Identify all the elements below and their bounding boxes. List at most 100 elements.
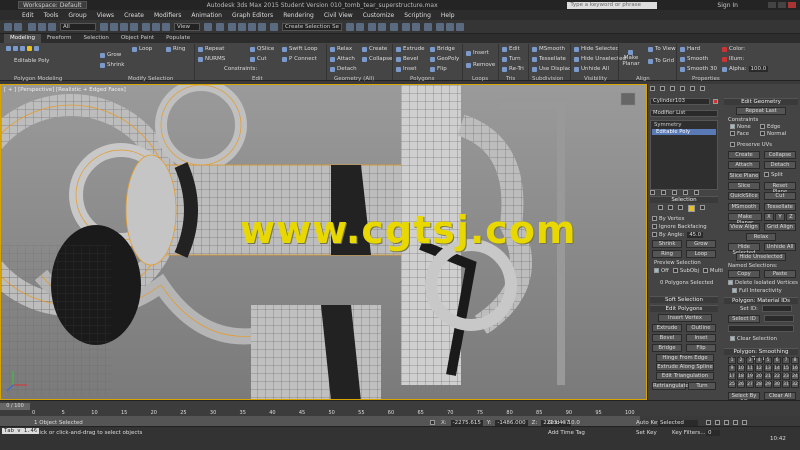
group-polygon-modeling[interactable]: Polygon Modeling — [14, 76, 62, 82]
menu-help[interactable]: Help — [441, 12, 455, 19]
smoothing-group-button[interactable]: 11 — [746, 365, 754, 372]
soft-selection-rollout-header[interactable]: Soft Selection — [650, 296, 718, 303]
smoothing-group-button[interactable]: 13 — [764, 365, 772, 372]
turn-button[interactable]: Turn — [502, 56, 521, 62]
group-loops[interactable]: Loops — [472, 76, 488, 82]
hierarchy-tab-icon[interactable] — [670, 86, 675, 91]
element-subobj-icon[interactable] — [700, 205, 705, 210]
collapse-button-panel[interactable]: Collapse — [764, 151, 796, 159]
menu-civil-view[interactable]: Civil View — [324, 12, 353, 19]
bridge-button[interactable]: Bridge — [430, 46, 455, 52]
edge-icon[interactable] — [13, 46, 18, 51]
unlink-icon[interactable] — [38, 23, 46, 31]
bind-space-warp-icon[interactable] — [48, 23, 56, 31]
tab-object-paint[interactable]: Object Paint — [115, 34, 160, 43]
by-vertex-checkbox[interactable]: By Vertex — [652, 216, 684, 222]
smoothing-group-button[interactable]: 16 — [791, 365, 799, 372]
menu-customize[interactable]: Customize — [363, 12, 395, 19]
maximize-button[interactable] — [778, 2, 786, 8]
create-tab-icon[interactable] — [650, 86, 655, 91]
relax-button-panel[interactable]: Relax — [746, 233, 776, 241]
select-manipulate-icon[interactable] — [216, 23, 224, 31]
msmooth-button[interactable]: MSmooth — [532, 46, 565, 52]
outline-button[interactable]: Outline — [686, 324, 716, 332]
smoothing-group-button[interactable]: 30 — [773, 381, 781, 388]
auto-key-selected-dropdown[interactable]: Selected — [658, 420, 698, 426]
unhide-all-button-panel[interactable]: Unhide All — [764, 243, 796, 251]
minimize-button[interactable] — [768, 2, 776, 8]
vertex-mode-icons[interactable] — [6, 46, 41, 51]
auto-key-button[interactable]: Auto Key — [636, 420, 661, 426]
clear-selection-checkbox[interactable]: Clear Selection — [730, 336, 777, 342]
make-planar-button-panel[interactable]: Make Planar — [728, 213, 762, 226]
select-id-button[interactable]: Select ID — [728, 315, 760, 323]
named-selection-dropdown[interactable]: Create Selection Se — [282, 23, 342, 31]
layer-explorer-icon[interactable] — [378, 23, 386, 31]
reset-plane-button[interactable]: Reset Plane — [764, 182, 796, 195]
set-key-button[interactable]: Set Key — [636, 430, 657, 436]
edit-geometry-rollout-header[interactable]: Edit Geometry — [724, 98, 798, 105]
retriangulate-button[interactable]: Retriangulate — [652, 382, 689, 390]
menu-animation[interactable]: Animation — [191, 12, 222, 19]
hinge-from-edge-button[interactable]: Hinge From Edge — [656, 354, 714, 362]
element-icon[interactable] — [34, 46, 39, 51]
smoothing-group-button[interactable]: 6 — [773, 357, 781, 364]
lock-icon[interactable] — [430, 420, 435, 425]
smoothing-group-button[interactable]: 20 — [755, 373, 763, 380]
bevel-button-panel[interactable]: Bevel — [652, 334, 682, 342]
smoothing-group-button[interactable]: 2 — [737, 357, 745, 364]
menu-modifiers[interactable]: Modifiers — [154, 12, 181, 19]
use-displac-button[interactable]: Use Displac — [532, 66, 571, 72]
border-subobj-icon[interactable] — [678, 205, 683, 210]
smoothing-group-button[interactable]: 15 — [782, 365, 790, 372]
flip-button-panel[interactable]: Flip — [686, 344, 716, 352]
smoothing-group-button[interactable]: 14 — [773, 365, 781, 372]
smoothing-group-button[interactable]: 18 — [737, 373, 745, 380]
select-by-sg-button[interactable]: Select By SG — [728, 392, 760, 405]
menu-create[interactable]: Create — [124, 12, 144, 19]
select-by-name-icon[interactable] — [110, 23, 118, 31]
turn-button-panel[interactable]: Turn — [688, 382, 716, 390]
menu-scripting[interactable]: Scripting — [404, 12, 431, 19]
add-time-tag[interactable]: Add Time Tag — [548, 430, 585, 436]
window-crossing-icon[interactable] — [130, 23, 138, 31]
geopoly-button[interactable]: GeoPoly — [430, 56, 459, 62]
color-swatch[interactable]: Color: — [722, 46, 745, 52]
rotate-icon[interactable] — [152, 23, 160, 31]
p-connect-button[interactable]: P Connect — [282, 56, 317, 62]
tessellate-button[interactable]: Tessellate — [532, 56, 566, 62]
workspace-dropdown[interactable]: Workspace: Default — [18, 1, 87, 9]
smoothing-group-button[interactable]: 12 — [755, 365, 763, 372]
schematic-view-icon[interactable] — [412, 23, 420, 31]
repeat-last-button[interactable]: Repeat Last — [736, 107, 786, 115]
insert-vertex-button[interactable]: Insert Vertex — [658, 314, 712, 322]
modify-tab-icon[interactable] — [660, 86, 665, 91]
scale-icon[interactable] — [162, 23, 170, 31]
render-setup-icon[interactable] — [436, 23, 444, 31]
re-tri-button[interactable]: Re-Tri — [502, 66, 524, 72]
group-geometry-all[interactable]: Geometry (All) — [334, 76, 374, 82]
material-ids-rollout-header[interactable]: Polygon: Material IDs — [724, 297, 798, 304]
hide-selected-button-panel[interactable]: Hide Selected — [728, 243, 760, 256]
configure-sets-icon[interactable] — [694, 190, 699, 195]
smoothing-group-button[interactable]: 32 — [791, 381, 799, 388]
smoothing-group-button[interactable]: 31 — [782, 381, 790, 388]
full-interactivity-checkbox[interactable]: Full Interactivity — [732, 288, 782, 294]
play-icon[interactable] — [724, 420, 729, 425]
polygon-icon[interactable] — [27, 46, 32, 51]
smoothing-group-button[interactable]: 28 — [755, 381, 763, 388]
paste-button[interactable]: Paste — [764, 270, 796, 278]
prev-frame-icon[interactable] — [715, 420, 720, 425]
loop-button[interactable]: Loop — [132, 46, 152, 52]
undo-icon[interactable] — [4, 23, 12, 31]
group-align[interactable]: Align — [636, 76, 650, 82]
extrude-along-spline-button[interactable]: Extrude Along Spline — [656, 363, 714, 371]
preserve-uvs-checkbox[interactable]: Preserve UVs — [730, 142, 772, 148]
cut-button[interactable]: Cut — [250, 56, 266, 62]
utilities-tab-icon[interactable] — [700, 86, 705, 91]
create-button-panel[interactable]: Create — [728, 151, 760, 159]
group-edit[interactable]: Edit — [252, 76, 263, 82]
unhide-all-button[interactable]: Unhide All — [574, 66, 609, 72]
smoothing-group-button[interactable]: 27 — [746, 381, 754, 388]
create-button[interactable]: Create — [362, 46, 387, 52]
